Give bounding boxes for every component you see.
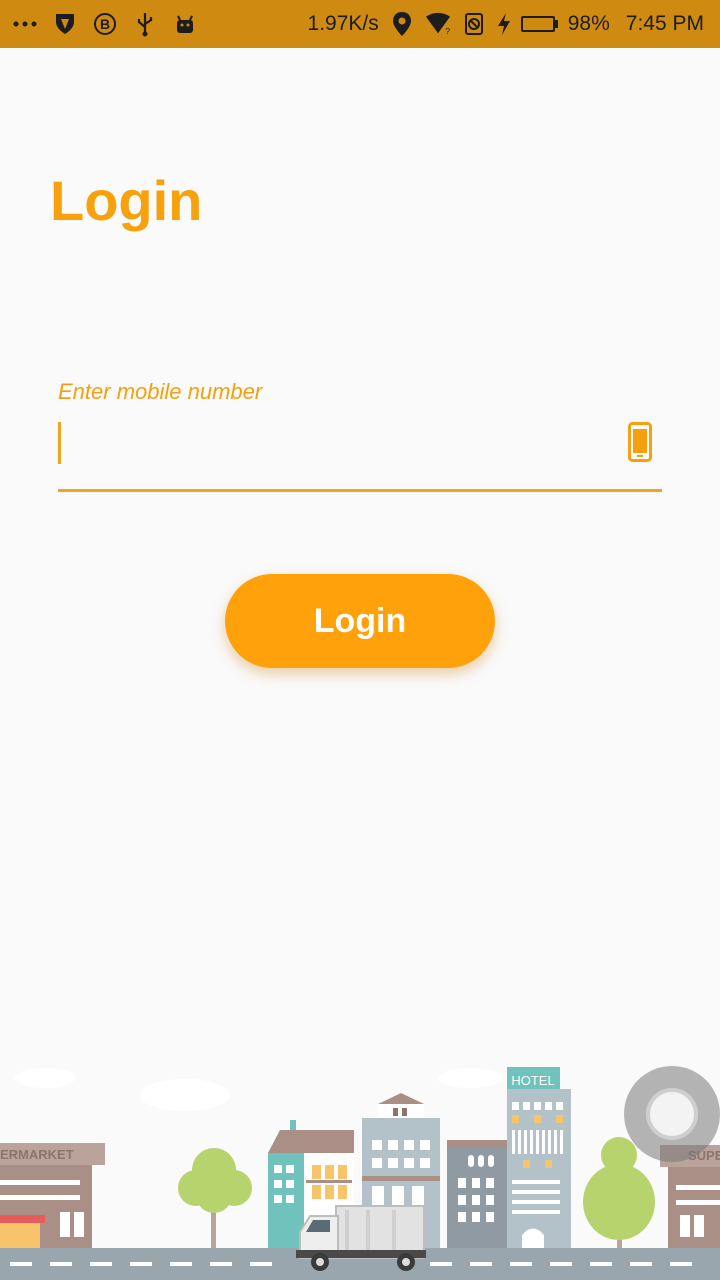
location-icon bbox=[389, 11, 415, 37]
wifi-icon: ? bbox=[425, 11, 451, 37]
status-bar: B 1.97K/s ? 98% 7:45 PM bbox=[0, 0, 720, 48]
floating-assistive-button[interactable] bbox=[624, 1066, 720, 1162]
shield-icon bbox=[52, 11, 78, 37]
android-icon bbox=[172, 11, 198, 37]
page-title: Login bbox=[50, 169, 203, 232]
assistive-button-inner bbox=[646, 1088, 698, 1140]
clock: 7:45 PM bbox=[625, 12, 704, 35]
status-right: 1.97K/s ? 98% 7:45 PM bbox=[308, 0, 704, 48]
svg-text:B: B bbox=[100, 16, 110, 32]
svg-text:?: ? bbox=[445, 26, 450, 36]
supermarket-sign: ERMARKET bbox=[0, 1147, 74, 1162]
battery-percent: 98% bbox=[567, 12, 610, 35]
phone-icon bbox=[628, 422, 652, 462]
more-dots-icon bbox=[12, 11, 38, 37]
mobile-number-input[interactable] bbox=[58, 420, 604, 470]
login-button[interactable]: Login bbox=[225, 574, 495, 668]
status-left-icons: B bbox=[12, 0, 198, 48]
battery-icon bbox=[520, 16, 558, 32]
no-sim-icon bbox=[461, 11, 487, 37]
net-speed: 1.97K/s bbox=[307, 12, 379, 35]
usb-icon bbox=[132, 11, 158, 37]
mobile-field[interactable] bbox=[58, 416, 662, 492]
bitcoin-icon: B bbox=[92, 11, 118, 37]
city-illustration: ERMARKET HOTEL SUPE bbox=[0, 1067, 720, 1280]
mobile-field-label: Enter mobile number bbox=[58, 379, 263, 404]
hotel-sign: HOTEL bbox=[511, 1073, 554, 1088]
charging-icon bbox=[497, 11, 511, 37]
